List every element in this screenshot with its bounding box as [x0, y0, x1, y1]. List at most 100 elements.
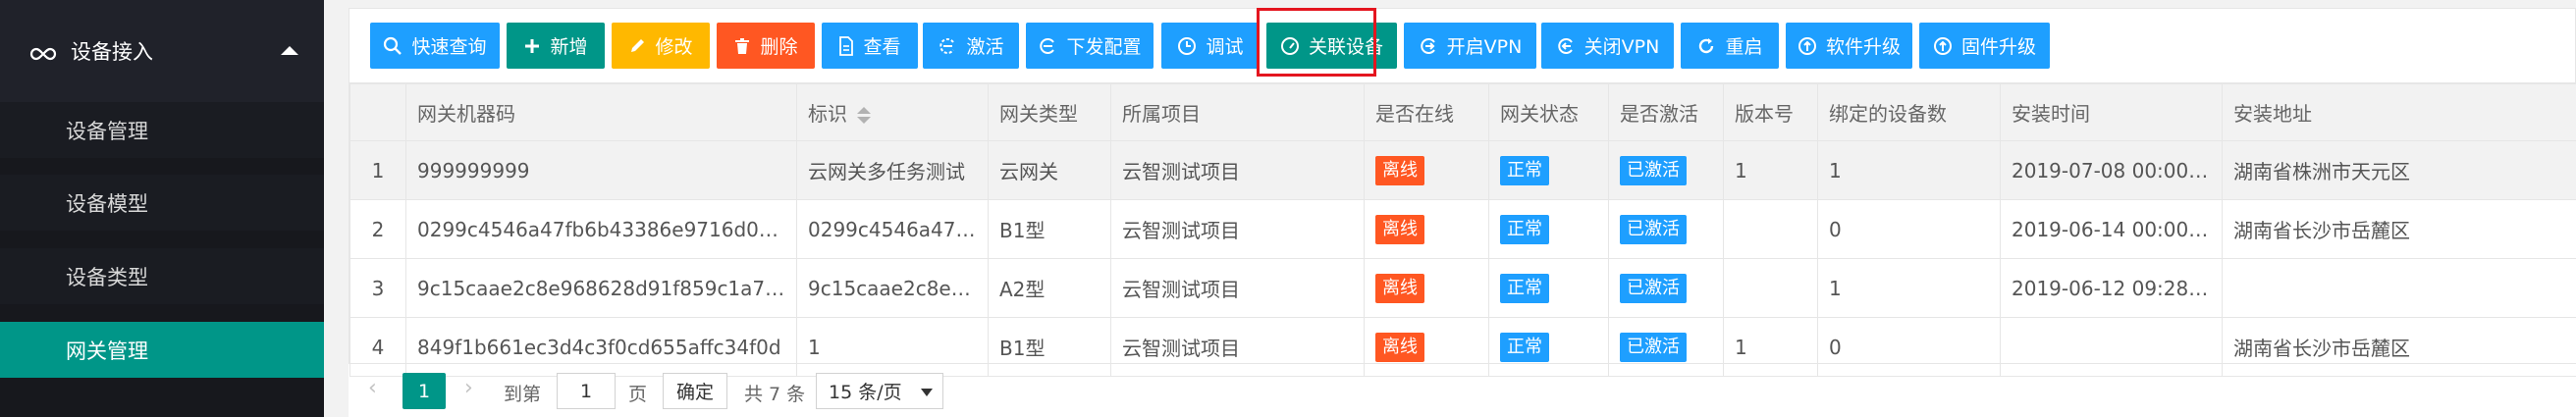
sidebar-item-gateway-management[interactable]: 网关管理: [0, 322, 324, 378]
debug-button[interactable]: 调试: [1161, 23, 1260, 69]
cell-version: [1723, 258, 1818, 318]
table-row[interactable]: 3 9c15caae2c8e968628d91f859c1a7e7e 9c15c…: [349, 258, 2576, 318]
sidebar-item-label: 网关管理: [66, 339, 148, 363]
column-header-version[interactable]: 版本号: [1723, 83, 1818, 141]
cell-code: 999999999: [405, 140, 797, 200]
status-badge: 正常: [1500, 214, 1549, 244]
button-label: 下发配置: [1066, 36, 1142, 58]
table-row[interactable]: 2 0299c4546a47fb6b43386e9716d0dea3 0299c…: [349, 199, 2576, 259]
next-page-icon[interactable]: ›: [464, 376, 473, 400]
cell-address: 湖南省长沙市岳麓区: [2222, 199, 2576, 259]
cell-time: 2019-06-14 00:00:00: [2000, 199, 2223, 259]
column-header-tag[interactable]: 标识: [796, 83, 989, 141]
page-size-select[interactable]: 15 条/页: [816, 373, 943, 409]
add-button[interactable]: 新增: [507, 23, 605, 69]
pencil-icon: [628, 37, 646, 55]
cell-project: 云智测试项目: [1110, 258, 1365, 318]
cell-status: 正常: [1488, 140, 1609, 200]
table-row[interactable]: 1 999999999 云网关多任务测试 云网关 云智测试项目 离线 正常 已激…: [349, 140, 2576, 200]
column-header-type[interactable]: 网关类型: [988, 83, 1111, 141]
cell-tag: 0299c4546a47fb6b43386e9716d0dea3: [796, 199, 989, 259]
view-button[interactable]: 查看: [822, 23, 918, 69]
cell-devices: 1: [1817, 140, 2001, 200]
column-header-activated[interactable]: 是否激活: [1608, 83, 1724, 141]
quick-search-button[interactable]: 快速查询: [370, 23, 500, 69]
prev-page-icon[interactable]: ‹: [368, 376, 377, 400]
button-label: 软件升级: [1825, 36, 1901, 58]
close-vpn-button[interactable]: 关闭VPN: [1541, 23, 1674, 69]
button-label: 查看: [863, 36, 901, 58]
sort-icon[interactable]: [857, 107, 871, 124]
clock-icon: [1177, 36, 1197, 56]
status-badge: 正常: [1500, 155, 1549, 185]
search-icon: [383, 36, 402, 56]
link-icon: [29, 43, 57, 61]
sidebar-item-device-type[interactable]: 设备类型: [0, 248, 324, 304]
cell-type: 云网关: [988, 140, 1111, 200]
cell-devices: 1: [1817, 258, 2001, 318]
column-header-online[interactable]: 是否在线: [1364, 83, 1489, 141]
software-upgrade-button[interactable]: 软件升级: [1786, 23, 1912, 69]
cell-index: 3: [349, 258, 406, 318]
column-header-status[interactable]: 网关状态: [1488, 83, 1609, 141]
page-size-value: 15 条/页: [829, 382, 902, 403]
column-header-project[interactable]: 所属项目: [1110, 83, 1365, 141]
cell-devices: 0: [1817, 199, 2001, 259]
total-count: 共 7 条: [744, 384, 806, 405]
sidebar-item-label: 设备管理: [66, 119, 148, 143]
sidebar-item-device-management[interactable]: 设备管理: [0, 102, 324, 158]
offline-badge: 离线: [1375, 332, 1424, 362]
status-badge: 正常: [1500, 273, 1549, 303]
sidebar-item-label: 设备模型: [66, 191, 148, 216]
goto-confirm-button[interactable]: 确定: [663, 373, 727, 409]
cell-project: 云智测试项目: [1110, 199, 1365, 259]
cell-time: 2019-06-12 09:28:17: [2000, 258, 2223, 318]
restart-button[interactable]: 重启: [1681, 23, 1779, 69]
column-header-time[interactable]: 安装时间: [2000, 83, 2223, 141]
cell-address: [2222, 258, 2576, 318]
edit-button[interactable]: 修改: [612, 23, 710, 69]
button-label: 删除: [760, 36, 798, 58]
firmware-upgrade-button[interactable]: 固件升级: [1919, 23, 2050, 69]
offline-badge: 离线: [1375, 273, 1424, 303]
upgrade-icon: [1933, 36, 1953, 56]
cell-index: 2: [349, 199, 406, 259]
cell-version: [1723, 199, 1818, 259]
document-icon: [838, 35, 854, 56]
cell-tag: 云网关多任务测试: [796, 140, 989, 200]
cell-online: 离线: [1364, 140, 1489, 200]
activate-button[interactable]: 激活: [923, 23, 1019, 69]
cell-activated: 已激活: [1608, 258, 1724, 318]
column-header-address[interactable]: 安装地址: [2222, 83, 2576, 141]
sidebar: 设备接入 设备管理 设备模型 设备类型 网关管理: [0, 0, 324, 417]
plus-icon: [523, 37, 541, 55]
cell-version: 1: [1723, 140, 1818, 200]
button-label: 重启: [1725, 36, 1763, 58]
vpn-open-icon: [1419, 36, 1438, 56]
caret-up-icon: [281, 46, 298, 55]
activated-badge: 已激活: [1620, 155, 1687, 185]
page-button-current[interactable]: 1: [402, 373, 446, 409]
offline-badge: 离线: [1375, 155, 1424, 185]
table-header-row: 网关机器码 标识 网关类型 所属项目 是否在线 网关状态 是否激活 版本号 绑定…: [349, 83, 2576, 141]
chevron-down-icon: [921, 389, 933, 396]
delete-button[interactable]: 删除: [717, 23, 815, 69]
cell-status: 正常: [1488, 258, 1609, 318]
button-label: 新增: [550, 36, 588, 58]
sidebar-item-device-model[interactable]: 设备模型: [0, 175, 324, 231]
column-header-code[interactable]: 网关机器码: [405, 83, 797, 141]
button-label: 激活: [966, 36, 1004, 58]
toolbar: 快速查询 新增 修改 删除 查看 激活 下发配置 调试 关联设备 开启VPN 关…: [349, 0, 2576, 83]
sidebar-group-label: 设备接入: [71, 40, 153, 64]
open-vpn-button[interactable]: 开启VPN: [1404, 23, 1536, 69]
column-header-devices[interactable]: 绑定的设备数: [1817, 83, 2001, 141]
sidebar-item-label: 设备类型: [66, 265, 148, 289]
cell-code: 0299c4546a47fb6b43386e9716d0dea3: [405, 199, 797, 259]
cell-status: 正常: [1488, 199, 1609, 259]
sidebar-group-device-access[interactable]: 设备接入: [0, 22, 324, 80]
goto-page-input[interactable]: [557, 373, 616, 409]
send-config-button[interactable]: 下发配置: [1026, 23, 1154, 69]
button-label: 关闭VPN: [1583, 36, 1660, 58]
cell-type: B1型: [988, 199, 1111, 259]
offline-badge: 离线: [1375, 214, 1424, 244]
